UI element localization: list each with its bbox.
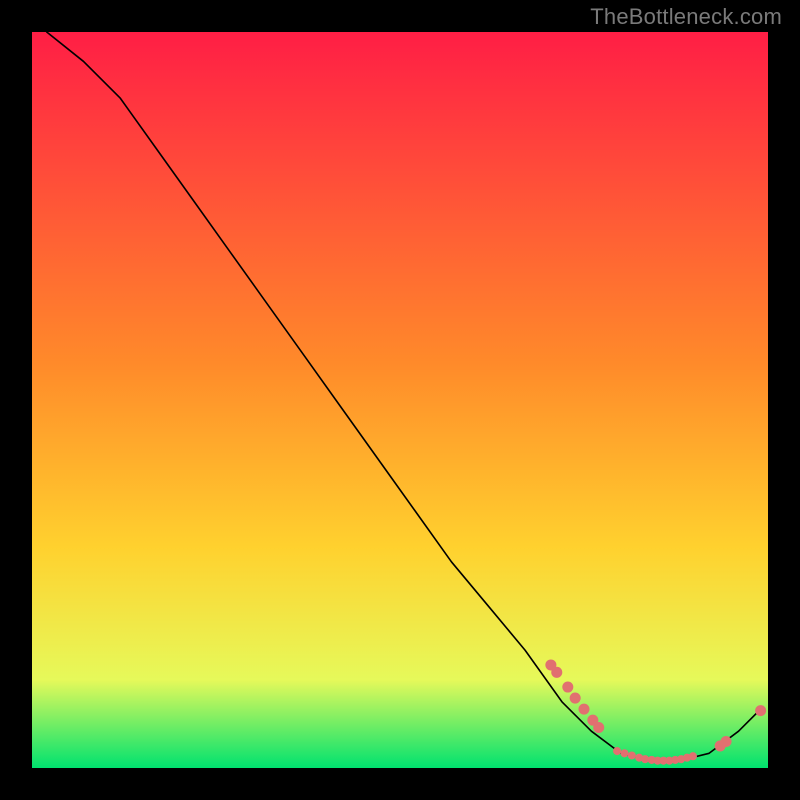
data-marker	[593, 722, 604, 733]
data-marker	[562, 682, 573, 693]
data-marker	[755, 705, 766, 716]
data-marker	[620, 749, 628, 757]
data-marker	[613, 747, 621, 755]
background-gradient	[32, 32, 768, 768]
data-marker	[570, 693, 581, 704]
data-marker	[578, 704, 589, 715]
plot-area	[32, 32, 768, 768]
data-marker	[628, 751, 636, 759]
data-marker	[551, 667, 562, 678]
watermark-text: TheBottleneck.com	[590, 4, 782, 30]
data-marker	[721, 736, 732, 747]
chart-frame: TheBottleneck.com	[0, 0, 800, 800]
chart-svg	[32, 32, 768, 768]
data-marker	[689, 752, 697, 760]
